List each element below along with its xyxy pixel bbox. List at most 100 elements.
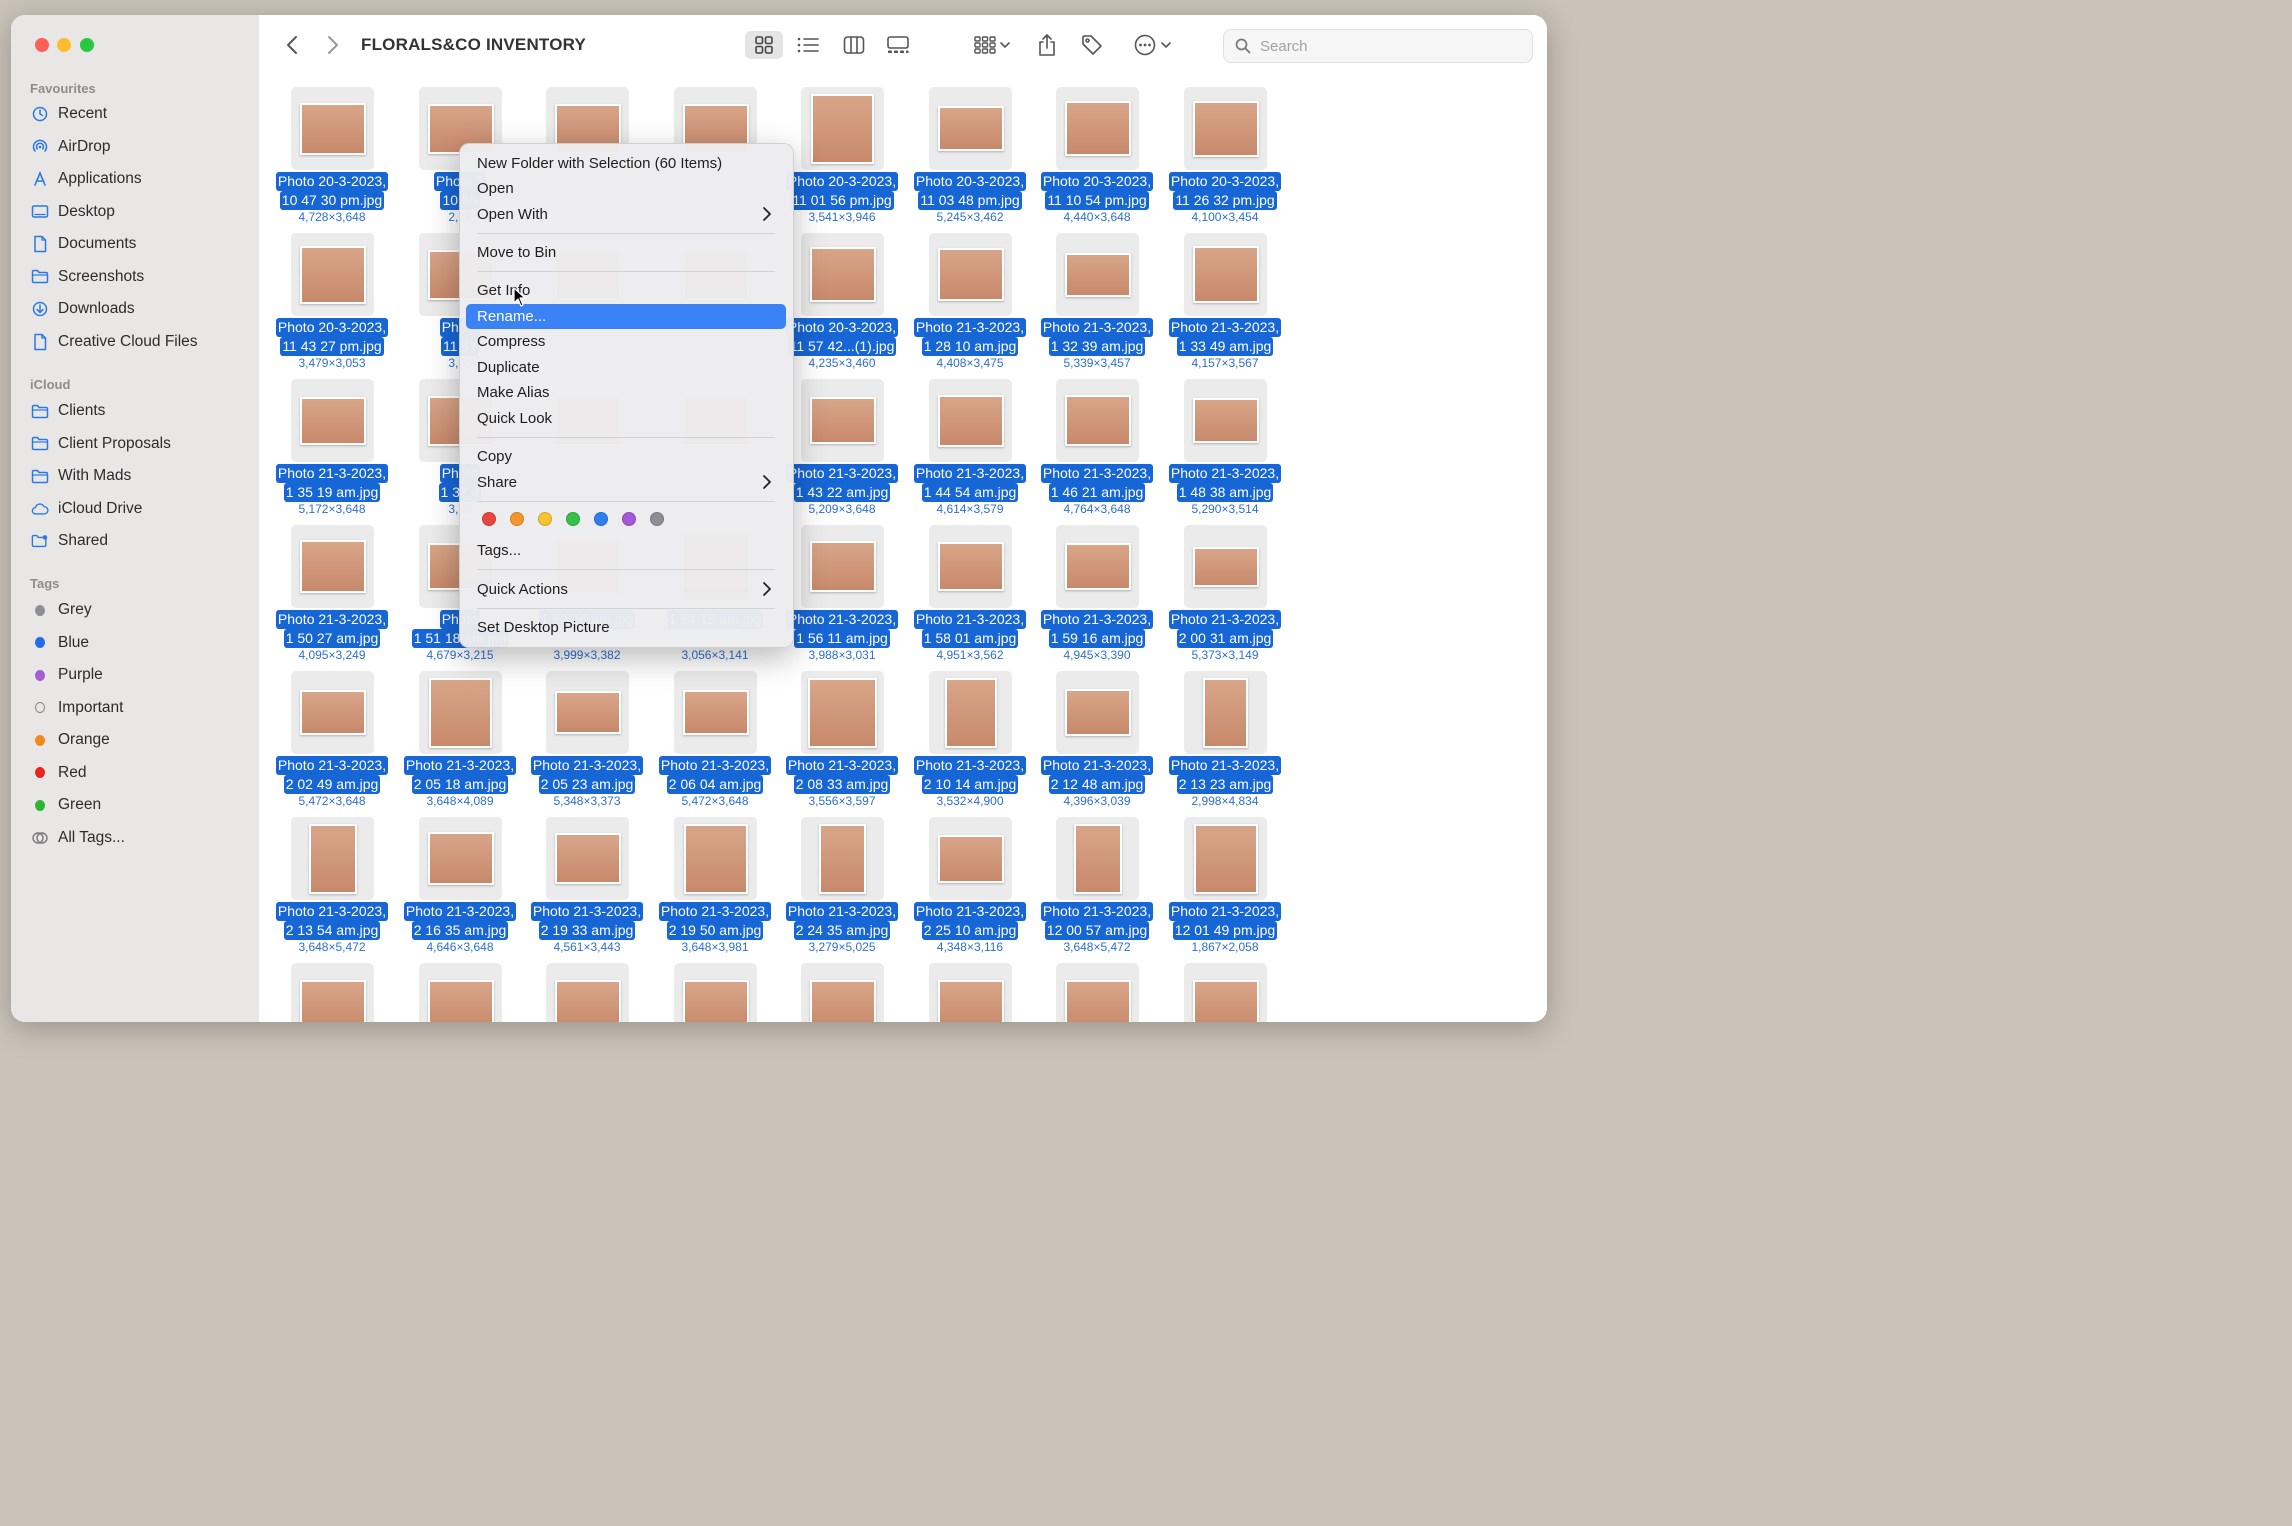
- file-item[interactable]: Photo 21-3-2023, 2 25 10 am.jpg 4,348×3,11…: [909, 817, 1031, 963]
- file-item[interactable]: Photo 21-3-2023, 2 10 14 am.jpg 3,532×4,90…: [909, 671, 1031, 817]
- sidebar-tag-important[interactable]: Important: [31, 695, 123, 721]
- forward-button[interactable]: [322, 31, 344, 59]
- file-item[interactable]: Photo 21-3-2023, 1 33 49 am.jpg 4,157×3,56…: [1164, 233, 1286, 379]
- sidebar-item-documents[interactable]: Documents: [31, 231, 136, 257]
- file-item[interactable]: [1164, 963, 1286, 1022]
- file-item[interactable]: Photo 21-3-2023, 2 00 31 am.jpg 5,373×3,14…: [1164, 525, 1286, 671]
- tag-color-option[interactable]: [594, 512, 608, 526]
- file-item[interactable]: Photo 21-3-2023, 2 08 33 am.jpg 3,556×3,59…: [781, 671, 903, 817]
- search-field[interactable]: Search: [1223, 29, 1533, 63]
- close-window-button[interactable]: [35, 38, 49, 52]
- file-item[interactable]: Photo 21-3-2023, 1 58 01 am.jpg 4,951×3,56…: [909, 525, 1031, 671]
- file-item[interactable]: Photo 21-3-2023, 2 02 49 am.jpg 5,472×3,64…: [271, 671, 393, 817]
- sidebar-item-with-mads[interactable]: With Mads: [31, 463, 131, 489]
- file-item[interactable]: Photo 20-3-2023, 11 43 27 pm.jpg 3,479×3,0…: [271, 233, 393, 379]
- gallery-view-button[interactable]: [884, 31, 912, 59]
- file-item[interactable]: Photo 21-3-2023, 2 16 35 am.jpg 4,646×3,64…: [399, 817, 521, 963]
- file-item[interactable]: Photo 21-3-2023, 1 44 54 am.jpg 4,614×3,57…: [909, 379, 1031, 525]
- file-item[interactable]: Photo 20-3-2023, 11 10 54 pm.jpg 4,440×3,6…: [1036, 87, 1158, 233]
- file-item[interactable]: Photo 21-3-2023, 1 59 16 am.jpg 4,945×3,39…: [1036, 525, 1158, 671]
- minimize-window-button[interactable]: [57, 38, 71, 52]
- file-item[interactable]: Photo 20-3-2023, 11 03 48 pm.jpg 5,245×3,4…: [909, 87, 1031, 233]
- sidebar-item-downloads[interactable]: Downloads: [31, 296, 135, 322]
- file-item[interactable]: Photo 20-3-2023, 10 47 30 pm.jpg 4,728×3,6…: [271, 87, 393, 233]
- file-item[interactable]: Photo 21-3-2023, 2 05 18 am.jpg 3,648×4,08…: [399, 671, 521, 817]
- sidebar-tag-orange[interactable]: Orange: [31, 727, 110, 753]
- file-item[interactable]: Photo 21-3-2023, 1 32 39 am.jpg 5,339×3,45…: [1036, 233, 1158, 379]
- file-item[interactable]: Photo 21-3-2023, 2 06 04 am.jpg 5,472×3,64…: [654, 671, 776, 817]
- sidebar-tag-grey[interactable]: Grey: [31, 597, 92, 623]
- icon-view-button[interactable]: [745, 31, 783, 59]
- tag-color-option[interactable]: [510, 512, 524, 526]
- menu-item-make-alias[interactable]: Make Alias: [466, 380, 786, 405]
- sidebar-tag-red[interactable]: Red: [31, 760, 86, 786]
- menu-item-open[interactable]: Open: [466, 176, 786, 201]
- menu-item-move-to-bin[interactable]: Move to Bin: [466, 240, 786, 265]
- sidebar-item-screenshots[interactable]: Screenshots: [31, 264, 144, 290]
- share-button[interactable]: [1035, 31, 1059, 59]
- file-item[interactable]: Photo 21-3-2023, 1 56 11 am.jpg 3,988×3,03…: [781, 525, 903, 671]
- back-button[interactable]: [281, 31, 303, 59]
- file-item[interactable]: Photo 21-3-2023, 2 13 23 am.jpg 2,998×4,83…: [1164, 671, 1286, 817]
- column-view-button[interactable]: [841, 31, 867, 59]
- file-item[interactable]: [399, 963, 521, 1022]
- file-item[interactable]: [781, 963, 903, 1022]
- zoom-window-button[interactable]: [80, 38, 94, 52]
- file-item[interactable]: Photo 21-3-2023, 1 35 19 am.jpg 5,172×3,64…: [271, 379, 393, 525]
- file-item[interactable]: Photo 21-3-2023, 2 05 23 am.jpg 5,348×3,37…: [526, 671, 648, 817]
- sidebar-tag-all-tags-[interactable]: All Tags...: [31, 825, 125, 851]
- menu-item-duplicate[interactable]: Duplicate: [466, 355, 786, 380]
- file-item[interactable]: Photo 20-3-2023, 11 57 42...(1).jpg 4,235×…: [781, 233, 903, 379]
- sidebar-item-clients[interactable]: Clients: [31, 398, 105, 424]
- file-item[interactable]: Photo 21-3-2023, 2 12 48 am.jpg 4,396×3,03…: [1036, 671, 1158, 817]
- file-item[interactable]: [909, 963, 1031, 1022]
- file-item[interactable]: Photo 21-3-2023, 1 28 10 am.jpg 4,408×3,47…: [909, 233, 1031, 379]
- menu-item-set-desktop-picture[interactable]: Set Desktop Picture: [466, 615, 786, 640]
- file-item[interactable]: Photo 21-3-2023, 2 19 33 am.jpg 4,561×3,44…: [526, 817, 648, 963]
- sidebar-item-shared[interactable]: Shared: [31, 528, 108, 554]
- file-item[interactable]: Photo 21-3-2023, 2 24 35 am.jpg 3,279×5,02…: [781, 817, 903, 963]
- sidebar-tag-green[interactable]: Green: [31, 792, 101, 818]
- file-item[interactable]: [654, 963, 776, 1022]
- file-item[interactable]: Photo 21-3-2023, 1 46 21 am.jpg 4,764×3,64…: [1036, 379, 1158, 525]
- more-actions-button[interactable]: [1129, 31, 1175, 59]
- file-item[interactable]: Photo 21-3-2023, 2 13 54 am.jpg 3,648×5,47…: [271, 817, 393, 963]
- menu-item-quick-look[interactable]: Quick Look: [466, 406, 786, 431]
- file-item[interactable]: Photo 21-3-2023, 1 50 27 am.jpg 4,095×3,24…: [271, 525, 393, 671]
- menu-item-quick-actions[interactable]: Quick Actions: [466, 577, 786, 602]
- sidebar-item-airdrop[interactable]: AirDrop: [31, 134, 111, 160]
- file-item[interactable]: [526, 963, 648, 1022]
- sidebar-item-desktop[interactable]: Desktop: [31, 199, 115, 225]
- file-item[interactable]: Photo 21-3-2023, 12 00 57 am.jpg 3,648×5,4…: [1036, 817, 1158, 963]
- list-view-button[interactable]: [795, 31, 821, 59]
- file-item[interactable]: Photo 21-3-2023, 2 19 50 am.jpg 3,648×3,98…: [654, 817, 776, 963]
- sidebar-tag-purple[interactable]: Purple: [31, 662, 103, 688]
- sidebar-tag-blue[interactable]: Blue: [31, 630, 89, 656]
- file-item[interactable]: Photo 20-3-2023, 11 01 56 pm.jpg 3,541×3,9…: [781, 87, 903, 233]
- menu-item-new-folder-with-selection[interactable]: New Folder with Selection (60 Items): [466, 151, 786, 176]
- file-item[interactable]: Photo 21-3-2023, 1 48 38 am.jpg 5,290×3,51…: [1164, 379, 1286, 525]
- tag-color-option[interactable]: [538, 512, 552, 526]
- sidebar-item-icloud-drive[interactable]: iCloud Drive: [31, 496, 142, 522]
- tag-button[interactable]: [1079, 31, 1105, 59]
- sidebar-item-creative-cloud-files[interactable]: Creative Cloud Files: [31, 329, 198, 355]
- sidebar-item-client-proposals[interactable]: Client Proposals: [31, 431, 171, 457]
- sidebar-item-applications[interactable]: Applications: [31, 166, 142, 192]
- group-by-button[interactable]: [969, 31, 1015, 59]
- file-item[interactable]: [1036, 963, 1158, 1022]
- tag-color-option[interactable]: [622, 512, 636, 526]
- menu-item-copy[interactable]: Copy: [466, 444, 786, 469]
- file-item[interactable]: Photo 21-3-2023, 1 43 22 am.jpg 5,209×3,64…: [781, 379, 903, 525]
- sidebar-item-recent[interactable]: Recent: [31, 101, 107, 127]
- menu-item-tags[interactable]: Tags...: [466, 538, 786, 563]
- menu-item-rename[interactable]: Rename...: [466, 304, 786, 329]
- file-item[interactable]: [271, 963, 393, 1022]
- menu-item-share[interactable]: Share: [466, 470, 786, 495]
- tag-color-option[interactable]: [482, 512, 496, 526]
- menu-item-compress[interactable]: Compress: [466, 329, 786, 354]
- file-item[interactable]: Photo 21-3-2023, 12 01 49 pm.jpg 1,867×2,0…: [1164, 817, 1286, 963]
- tag-color-option[interactable]: [650, 512, 664, 526]
- menu-item-open-with[interactable]: Open With: [466, 202, 786, 227]
- file-item[interactable]: Photo 20-3-2023, 11 26 32 pm.jpg 4,100×3,4…: [1164, 87, 1286, 233]
- tag-color-option[interactable]: [566, 512, 580, 526]
